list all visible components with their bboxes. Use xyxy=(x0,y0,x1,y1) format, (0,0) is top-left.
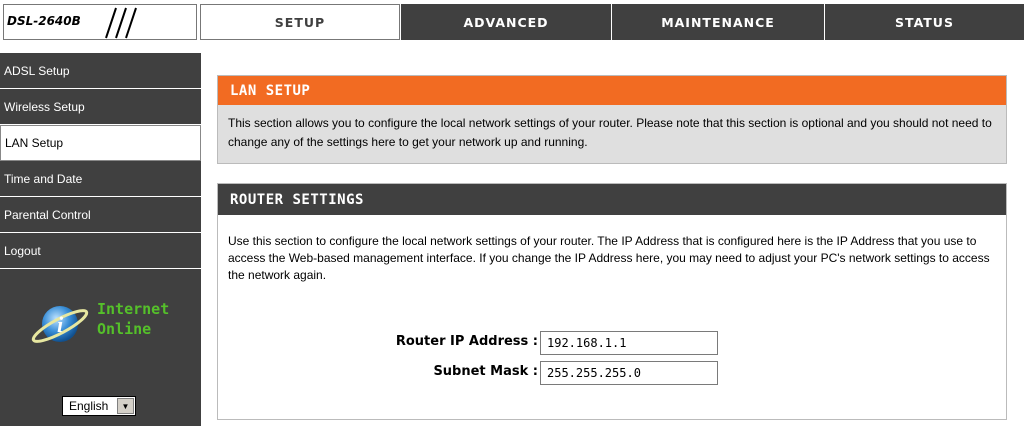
main-tabs: SETUP ADVANCED MAINTENANCE STATUS xyxy=(200,4,1024,40)
subnet-mask-row: Subnet Mask : 255.255.255.0 xyxy=(218,361,1008,385)
internet-status-text: Internet Online xyxy=(97,299,169,339)
lan-setup-title: LAN SETUP xyxy=(218,76,1006,105)
router-settings-panel: ROUTER SETTINGS Use this section to conf… xyxy=(217,183,1007,420)
chevron-down-icon[interactable]: ▼ xyxy=(117,398,134,414)
tab-maintenance[interactable]: MAINTENANCE xyxy=(611,4,824,40)
main-content: LAN SETUP This section allows you to con… xyxy=(210,53,1028,426)
sidebar-item-lan-setup[interactable]: LAN Setup xyxy=(0,125,201,161)
top-header: DSL-2640B SETUP ADVANCED MAINTENANCE STA… xyxy=(0,0,1028,46)
subnet-mask-label: Subnet Mask : xyxy=(433,364,538,379)
sidebar-item-parental-control[interactable]: Parental Control xyxy=(0,197,201,233)
sidebar-item-wireless-setup[interactable]: Wireless Setup xyxy=(0,89,201,125)
router-settings-title: ROUTER SETTINGS xyxy=(218,184,1006,215)
tab-setup[interactable]: SETUP xyxy=(200,4,400,40)
subnet-mask-input[interactable]: 255.255.255.0 xyxy=(540,361,718,385)
router-ip-label: Router IP Address : xyxy=(395,334,538,349)
sidebar-item-time-and-date[interactable]: Time and Date xyxy=(0,161,201,197)
language-select[interactable]: English ▼ xyxy=(62,396,136,416)
internet-status: i Internet Online xyxy=(30,293,200,353)
tab-advanced[interactable]: ADVANCED xyxy=(400,4,611,40)
lan-setup-description: This section allows you to configure the… xyxy=(228,116,992,149)
status-internet: Internet xyxy=(97,300,170,318)
sidebar-item-adsl-setup[interactable]: ADSL Setup xyxy=(0,53,201,89)
brand-slashes-icon xyxy=(105,7,137,39)
sidebar: ADSL Setup Wireless Setup LAN Setup Time… xyxy=(0,53,201,426)
svg-text:i: i xyxy=(57,312,64,337)
globe-icon: i xyxy=(31,306,89,343)
language-value: English xyxy=(69,399,109,413)
router-ip-input[interactable]: 192.168.1.1 xyxy=(540,331,718,355)
sidebar-item-logout[interactable]: Logout xyxy=(0,233,201,269)
lan-setup-panel: LAN SETUP This section allows you to con… xyxy=(217,75,1007,164)
brand-box: DSL-2640B xyxy=(3,4,197,40)
status-online: Online xyxy=(97,320,152,338)
router-ip-row: Router IP Address : 192.168.1.1 xyxy=(218,331,1008,355)
model-label: DSL-2640B xyxy=(7,14,81,28)
tab-status[interactable]: STATUS xyxy=(824,4,1024,40)
router-settings-description: Use this section to configure the local … xyxy=(228,234,990,282)
